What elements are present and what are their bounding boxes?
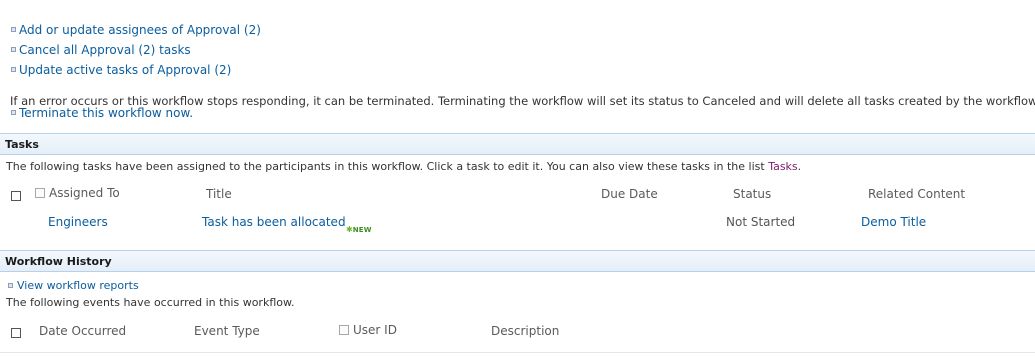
add-update-assignees-link[interactable]: Add or update assignees of Approval (2) [19, 23, 261, 37]
bullet-icon [8, 283, 13, 288]
column-user-id[interactable]: User ID [353, 323, 397, 337]
column-date-occurred[interactable]: Date Occurred [39, 324, 126, 338]
task-title-link[interactable]: Task has been allocated [202, 215, 346, 229]
history-description: The following events have occurred in th… [6, 296, 295, 309]
tasks-description-text: The following tasks have been assigned t… [6, 160, 765, 173]
history-section-title: Workflow History [5, 255, 112, 268]
new-badge: ✱NEW [346, 217, 372, 236]
bullet-icon [11, 47, 16, 52]
tasks-list-link[interactable]: Tasks [768, 160, 797, 173]
tasks-description: The following tasks have been assigned t… [6, 160, 801, 173]
column-description[interactable]: Description [491, 324, 559, 338]
bullet-icon [11, 110, 16, 115]
tasks-section-title: Tasks [5, 138, 39, 151]
tasks-section-header: Tasks [0, 133, 1035, 155]
view-workflow-reports-link[interactable]: View workflow reports [17, 279, 139, 292]
history-section-header: Workflow History [0, 250, 1035, 272]
bullet-icon [11, 67, 16, 72]
bullet-icon [11, 27, 16, 32]
user-id-checkbox[interactable] [339, 325, 349, 335]
update-active-tasks-link[interactable]: Update active tasks of Approval (2) [19, 63, 231, 77]
new-badge-label: NEW [352, 226, 372, 234]
tasks-description-suffix: . [797, 160, 802, 173]
task-assigned-to-link[interactable]: Engineers [48, 215, 108, 229]
history-select-all-checkbox[interactable] [11, 328, 21, 338]
column-event-type[interactable]: Event Type [194, 324, 260, 338]
column-related-content[interactable]: Related Content [868, 187, 965, 201]
terminate-workflow-link[interactable]: Terminate this workflow now. [19, 106, 193, 120]
column-status[interactable]: Status [733, 187, 771, 201]
column-due-date[interactable]: Due Date [601, 187, 658, 201]
bottom-divider [0, 352, 1035, 353]
cancel-all-tasks-link[interactable]: Cancel all Approval (2) tasks [19, 43, 191, 57]
column-title[interactable]: Title [206, 187, 232, 201]
new-star-icon: ✱ [346, 225, 353, 234]
select-all-checkbox[interactable] [11, 191, 21, 201]
task-related-content-link[interactable]: Demo Title [861, 215, 926, 229]
column-assigned-to[interactable]: Assigned To [49, 186, 120, 200]
task-status: Not Started [726, 215, 796, 229]
assigned-to-checkbox[interactable] [35, 188, 45, 198]
